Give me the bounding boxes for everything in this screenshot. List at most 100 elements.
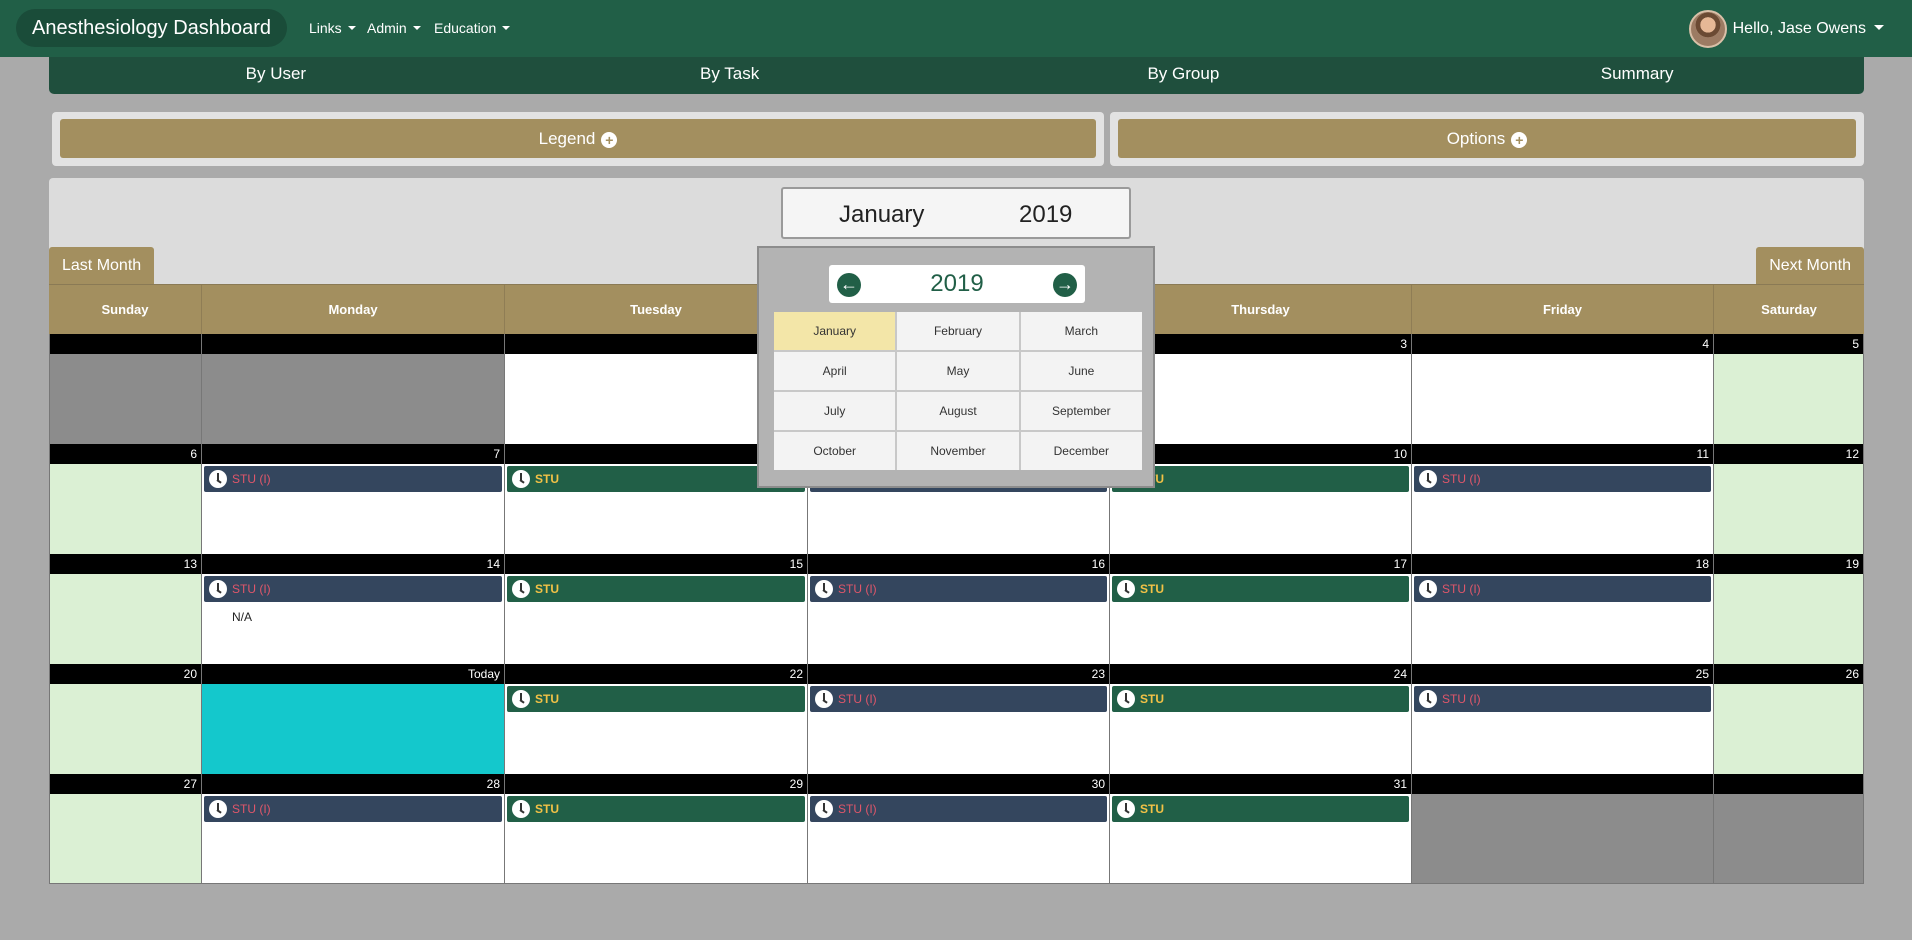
shift-event[interactable]: STU (I) <box>810 576 1107 602</box>
calendar-day-cell[interactable]: 27 <box>49 774 201 884</box>
user-menu[interactable]: Hello, Jase Owens <box>1688 10 1884 48</box>
shift-event-label: STU (I) <box>838 582 877 596</box>
day-number: 17 <box>1110 554 1411 574</box>
day-number: 14 <box>202 554 504 574</box>
month-picker-popup: ← 2019 → January February March April May Jun… <box>757 246 1155 488</box>
clock-icon <box>1117 800 1135 818</box>
nav-education-menu[interactable]: Education <box>434 20 511 36</box>
calendar-day-cell[interactable]: 22 STU <box>504 664 807 774</box>
calendar-day-cell[interactable]: 13 <box>49 554 201 664</box>
day-number: 28 <box>202 774 504 794</box>
picker-month-may[interactable]: May <box>897 352 1019 390</box>
legend-button[interactable]: Legend + <box>60 119 1096 158</box>
tab-by-task[interactable]: By Task <box>503 57 957 94</box>
brand-title[interactable]: Anesthesiology Dashboard <box>16 9 288 47</box>
last-month-button[interactable]: Last Month <box>49 247 155 285</box>
nav-links-menu[interactable]: Links <box>309 20 356 36</box>
picker-month-july[interactable]: July <box>774 392 896 430</box>
tab-by-user[interactable]: By User <box>49 57 503 94</box>
day-number <box>1412 774 1713 794</box>
calendar-day-cell[interactable]: 29 STU <box>504 774 807 884</box>
calendar-day-cell[interactable]: 15 STU <box>504 554 807 664</box>
plus-circle-icon: + <box>1511 132 1528 148</box>
picker-month-august[interactable]: August <box>897 392 1019 430</box>
weekday-header-friday: Friday <box>1411 285 1713 334</box>
calendar-day-cell[interactable]: 24 STU <box>1109 664 1411 774</box>
day-number: Today <box>202 664 504 684</box>
shift-event[interactable]: STU (I) <box>204 796 502 822</box>
calendar-day-cell[interactable]: 20 <box>49 664 201 774</box>
shift-event[interactable]: STU <box>1112 686 1409 712</box>
picker-month-november[interactable]: November <box>897 432 1019 470</box>
calendar-day-cell[interactable]: 28 STU (I) <box>201 774 504 884</box>
shift-event[interactable]: STU (I) <box>1414 576 1711 602</box>
calendar-day-cell[interactable]: 23 STU (I) <box>807 664 1109 774</box>
clock-icon <box>1419 690 1437 708</box>
shift-event[interactable]: STU (I) <box>204 576 502 602</box>
picker-year-bar: ← 2019 → <box>829 265 1085 303</box>
picker-month-october[interactable]: October <box>774 432 896 470</box>
calendar-day-cell[interactable]: 19 <box>1713 554 1864 664</box>
picker-month-december[interactable]: December <box>1020 432 1142 470</box>
calendar-day-cell[interactable]: 30 STU (I) <box>807 774 1109 884</box>
picker-year: 2019 <box>930 270 984 297</box>
calendar-day-cell[interactable]: 6 <box>49 444 201 554</box>
shift-event[interactable]: STU (I) <box>810 686 1107 712</box>
calendar-day-cell[interactable] <box>201 334 504 444</box>
month-year-selector[interactable]: January 2019 <box>781 187 1131 239</box>
next-month-button[interactable]: Next Month <box>1756 247 1864 285</box>
calendar-day-cell[interactable] <box>49 334 201 444</box>
calendar-day-cell[interactable]: Today <box>201 664 504 774</box>
shift-event[interactable]: STU <box>1112 796 1409 822</box>
calendar-day-cell[interactable] <box>1411 774 1713 884</box>
calendar-day-cell[interactable]: 4 <box>1411 334 1713 444</box>
shift-event[interactable]: STU <box>507 686 805 712</box>
calendar-day-cell[interactable] <box>1713 774 1864 884</box>
shift-event-label: STU <box>535 582 559 596</box>
shift-event-label: STU <box>535 472 559 486</box>
calendar-day-cell[interactable]: 12 <box>1713 444 1864 554</box>
calendar-day-cell[interactable]: 18 STU (I) <box>1411 554 1713 664</box>
picker-month-march[interactable]: March <box>1020 312 1142 350</box>
calendar-day-cell[interactable]: 14 STU (I) N/A <box>201 554 504 664</box>
calendar-day-cell[interactable]: 16 STU (I) <box>807 554 1109 664</box>
day-number: 23 <box>808 664 1109 684</box>
shift-event[interactable]: STU (I) <box>204 466 502 492</box>
clock-icon <box>209 800 227 818</box>
calendar-day-cell[interactable]: 7 STU (I) <box>201 444 504 554</box>
shift-event[interactable]: STU (I) <box>810 796 1107 822</box>
shift-event-label: STU (I) <box>1442 582 1481 596</box>
calendar-day-cell[interactable]: 17 STU <box>1109 554 1411 664</box>
options-button[interactable]: Options + <box>1118 119 1856 158</box>
shift-event[interactable]: STU (I) <box>1414 466 1711 492</box>
day-number: 4 <box>1412 334 1713 354</box>
calendar-week-row: 13 14 STU (I) N/A 15 STU 16 STU (I) 17 STU 18 STU (… <box>49 554 1864 664</box>
nav-admin-menu[interactable]: Admin <box>367 20 421 36</box>
calendar-day-cell[interactable]: 26 <box>1713 664 1864 774</box>
calendar-day-cell[interactable]: 5 <box>1713 334 1864 444</box>
selected-year: 2019 <box>1019 201 1073 228</box>
picker-month-january[interactable]: January <box>774 312 896 350</box>
shift-event[interactable]: STU <box>1112 466 1409 492</box>
shift-event[interactable]: STU <box>507 796 805 822</box>
tab-summary[interactable]: Summary <box>1410 57 1864 94</box>
clock-icon <box>512 470 530 488</box>
calendar-day-cell[interactable]: 11 STU (I) <box>1411 444 1713 554</box>
arrow-right-circle-icon[interactable]: → <box>1053 273 1077 297</box>
clock-icon <box>815 580 833 598</box>
tab-by-group[interactable]: By Group <box>957 57 1411 94</box>
weekday-header-sunday: Sunday <box>101 302 149 317</box>
caret-down-icon <box>1874 25 1884 31</box>
view-tabs: By User By Task By Group Summary <box>49 57 1864 94</box>
legend-panel: Legend + <box>52 112 1104 166</box>
picker-month-september[interactable]: September <box>1020 392 1142 430</box>
shift-event[interactable]: STU <box>1112 576 1409 602</box>
calendar-day-cell[interactable]: 31 STU <box>1109 774 1411 884</box>
day-number <box>202 334 504 354</box>
shift-event[interactable]: STU (I) <box>1414 686 1711 712</box>
picker-month-april[interactable]: April <box>774 352 896 390</box>
shift-event[interactable]: STU <box>507 576 805 602</box>
picker-month-june[interactable]: June <box>1020 352 1142 390</box>
picker-month-february[interactable]: February <box>897 312 1019 350</box>
calendar-day-cell[interactable]: 25 STU (I) <box>1411 664 1713 774</box>
